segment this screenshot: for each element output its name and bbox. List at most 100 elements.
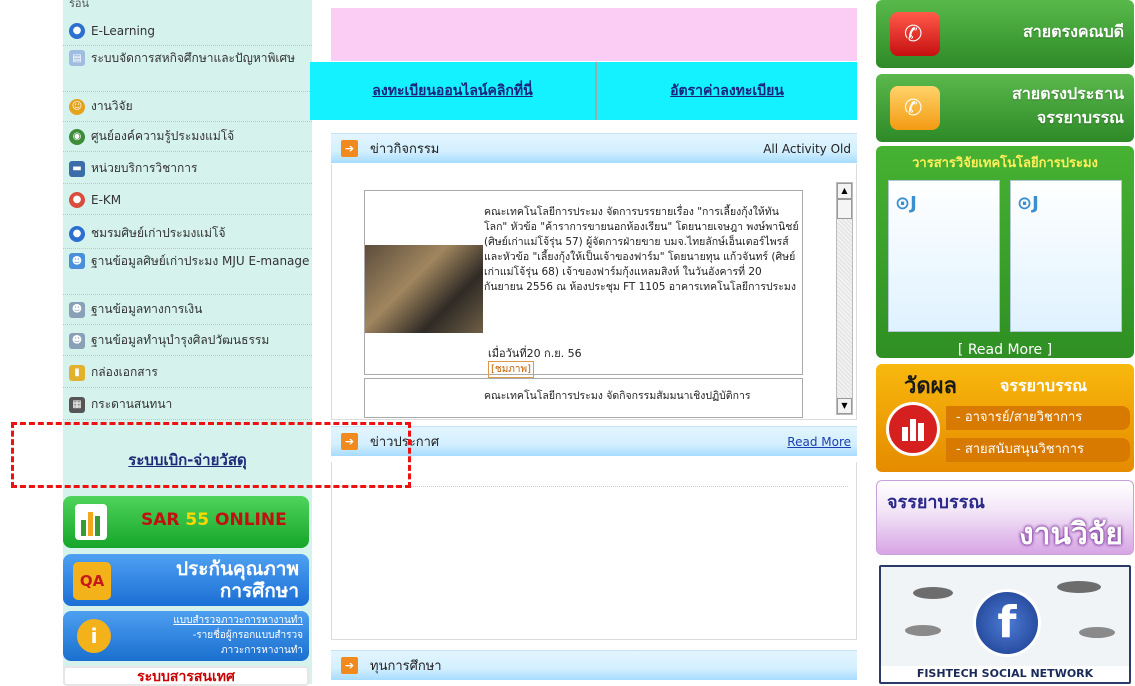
news-text: คณะเทคโนโลยีการประมง จัดกิจกรรมสัมมนาเชิ…	[484, 390, 751, 402]
dean-line-label: สายตรงคณบดี	[1022, 22, 1124, 41]
phone-icon: ✆	[890, 86, 940, 130]
sidebar-item-label: ฐานข้อมูลศิษย์เก่าประมง MJU E-manage	[91, 254, 310, 268]
borrow-supplies-link[interactable]: ระบบเบิก-จ่ายวัสดุ	[63, 440, 312, 480]
employment-survey-button[interactable]: i แบบสำรวจภาวะการหางานทำ -รายชื่อผู้กรอก…	[63, 611, 309, 661]
box-icon: ▮	[69, 364, 85, 381]
earth-icon: ◉	[69, 128, 85, 145]
sidebar-item-label: ฐานข้อมูลทำนุบำรุงศิลปวัฒนธรรม	[91, 333, 270, 347]
sidebar-item-label: ศูนย์องค์ความรู้ประมงแม่โจ้	[91, 129, 235, 143]
fish-icon	[1079, 627, 1115, 638]
sidebar-item-ekm[interactable]: ● E-KM	[63, 185, 312, 215]
ethics-support-link[interactable]: - สายสนับสนุนวิชาการ	[946, 438, 1130, 462]
journal-title: วารสารวิจัยเทคโนโลยีการประมง	[912, 156, 1098, 171]
fishtech-social-network-box[interactable]: f FISHTECH SOCIAL NETWORK	[879, 565, 1131, 684]
scroll-up-icon[interactable]: ▲	[837, 183, 852, 199]
arrow-box-icon: ➔	[341, 433, 358, 450]
sidebar-item-alumni-db[interactable]: ☻ ฐานข้อมูลศิษย์เก่าประมง MJU E-manage	[63, 249, 312, 295]
sar-online-button[interactable]: SAR 55 ONLINE	[63, 496, 309, 548]
announce-title: ข่าวประกาศ	[370, 435, 440, 450]
board-icon: ▦	[69, 396, 85, 413]
globe-icon: ●	[69, 22, 85, 39]
pink-banner	[331, 8, 857, 61]
user-icon: ●	[69, 191, 85, 208]
sidebar-item-label: กล่องเอกสาร	[91, 365, 158, 379]
sidebar-item-label: งานวิจัย	[91, 99, 133, 113]
sidebar-item-knowledge-center[interactable]: ◉ ศูนย์องค์ความรู้ประมงแม่โจ้	[63, 122, 312, 152]
news-date: เมื่อวันที่20 ก.ย. 56	[488, 347, 582, 360]
journal-read-more[interactable]: [ Read More ]	[876, 342, 1134, 358]
sidebar-item-research[interactable]: ☺ งานวิจัย	[63, 92, 312, 122]
view-photos-link[interactable]: [ชมภาพ]	[488, 361, 534, 378]
sidebar-item-academic-service[interactable]: ▬ หน่วยบริการวิชาการ	[63, 154, 312, 184]
chair-direct-line-button[interactable]: ✆ สายตรงประธาน จรรยาบรรณ	[876, 74, 1134, 142]
announce-panel	[331, 462, 857, 640]
ethics-faculty-link[interactable]: - อาจารย์/สายวิชาการ	[946, 406, 1130, 430]
research-line1: จรรยาบรรณ	[887, 492, 985, 513]
scholarship-panel-header: ➔ ทุนการศึกษา	[331, 650, 857, 680]
journal-box[interactable]: วารสารวิจัยเทคโนโลยีการประมง ⊙J ⊙J [ Rea…	[876, 146, 1134, 358]
journal-cover: ⊙J	[888, 180, 1000, 332]
online-register-link[interactable]: ลงทะเบียนออนไลน์คลิกที่นี่	[310, 62, 595, 120]
survey-line2: -รายชื่อผู้กรอกแบบสำรวจ	[192, 630, 303, 641]
sar-number: 55	[185, 510, 210, 530]
news-text: คณะเทคโนโลยีการประมง จัดการบรรยายเรื่อง …	[484, 206, 799, 293]
facebook-icon: f	[973, 589, 1041, 657]
ethics-evaluation-box[interactable]: วัดผล จรรยาบรรณ - อาจารย์/สายวิชาการ - ส…	[876, 364, 1134, 472]
info-icon: i	[77, 619, 111, 653]
sidebar-item-coop[interactable]: ▤ ระบบจัดการสหกิจศึกษาและปัญหาพิเศษ	[63, 46, 312, 92]
arrow-box-icon: ➔	[341, 140, 358, 157]
registration-fee-link[interactable]: อัตราค่าลงทะเบียน	[597, 62, 857, 120]
survey-label: แบบสำรวจภาวะการหางานทำ -รายชื่อผู้กรอกแบ…	[173, 613, 303, 658]
phone-icon: ✆	[890, 12, 940, 56]
qa-line2: การศึกษา	[219, 580, 299, 602]
news-photo	[365, 245, 483, 333]
sidebar-item-elearning[interactable]: ● E-Learning	[63, 16, 312, 46]
sar-label: SAR 55 ONLINE	[141, 510, 287, 530]
announce-read-more-link[interactable]: Read More	[787, 435, 851, 449]
arrow-box-icon: ➔	[341, 657, 358, 674]
research-ethics-box[interactable]: จรรยาบรรณ งานวิจัย	[876, 480, 1134, 555]
ethics-title: วัดผล	[904, 374, 958, 399]
book-icon: ▬	[69, 160, 85, 177]
activity-panel: คณะเทคโนโลยีการประมง จัดการบรรยายเรื่อง …	[331, 164, 857, 420]
face-icon: ☺	[69, 98, 85, 115]
research-line2: งานวิจัย	[1018, 517, 1123, 552]
news-card[interactable]: คณะเทคโนโลยีการประมง จัดการบรรยายเรื่อง …	[364, 190, 803, 378]
sidebar-item-label: E-KM	[91, 192, 122, 207]
survey-line1: แบบสำรวจภาวะการหางานทำ	[173, 615, 303, 626]
registration-links-row: ลงทะเบียนออนไลน์คลิกที่นี่ อัตราค่าลงทะเ…	[310, 62, 857, 120]
activity-scrollbar[interactable]: ▲ ▼	[836, 182, 853, 415]
sar-prefix: SAR	[141, 510, 180, 530]
scroll-thumb[interactable]	[837, 199, 852, 219]
chair-line-label-2: จรรยาบรรณ	[1036, 108, 1124, 127]
people-icon: ☻	[69, 253, 85, 269]
survey-line3: ภาวะการหางานทำ	[221, 645, 303, 656]
sidebar-item-forum[interactable]: ▦ กระดานสนทนา	[63, 390, 312, 420]
document-icon: ▤	[69, 50, 85, 66]
sidebar-item-label: ระบบจัดการสหกิจศึกษาและปัญหาพิเศษ	[91, 51, 296, 65]
sidebar-item-finance-db[interactable]: ☻ ฐานข้อมูลทางการเงิน	[63, 295, 312, 325]
sidebar-item-alumni-club[interactable]: ● ชมรมศิษย์เก่าประมงแม่โจ้	[63, 219, 312, 249]
activity-panel-header: ➔ ข่าวกิจกรรม All Activity Old	[331, 133, 857, 163]
quality-assurance-button[interactable]: QA ประกันคุณภาพ การศึกษา	[63, 554, 309, 606]
sidebar-item-document-box[interactable]: ▮ กล่องเอกสาร	[63, 358, 312, 388]
ethics-subtitle: จรรยาบรรณ	[1000, 376, 1088, 395]
scroll-down-icon[interactable]: ▼	[837, 398, 852, 414]
fish-icon	[913, 587, 953, 599]
announce-panel-header: ➔ ข่าวประกาศ Read More	[331, 426, 857, 456]
fb-label: FISHTECH SOCIAL NETWORK	[881, 666, 1129, 682]
journal-cover: ⊙J	[1010, 180, 1122, 332]
dean-direct-line-button[interactable]: ✆ สายตรงคณบดี	[876, 0, 1134, 68]
sidebar-item-label: หน่วยบริการวิชาการ	[91, 161, 198, 175]
all-activity-link[interactable]: All Activity Old	[763, 142, 851, 156]
sidebar-item-label: E-Learning	[91, 23, 156, 38]
divider	[338, 486, 848, 487]
left-sidebar: ร้อน ● E-Learning ▤ ระบบจัดการสหกิจศึกษา…	[63, 0, 312, 686]
sidebar-item-culture-db[interactable]: ☻ ฐานข้อมูลทำนุบำรุงศิลปวัฒนธรรม	[63, 326, 312, 356]
qa-badge-icon: QA	[73, 562, 111, 600]
scholarship-title: ทุนการศึกษา	[370, 659, 442, 674]
sidebar-item-label: ฐานข้อมูลทางการเงิน	[91, 302, 203, 316]
sidebar-item-label: กระดานสนทนา	[91, 397, 173, 411]
news-card[interactable]: คณะเทคโนโลยีการประมง จัดกิจกรรมสัมมนาเชิ…	[364, 378, 803, 418]
info-system-box[interactable]: ระบบสารสนเทศ	[63, 666, 309, 686]
